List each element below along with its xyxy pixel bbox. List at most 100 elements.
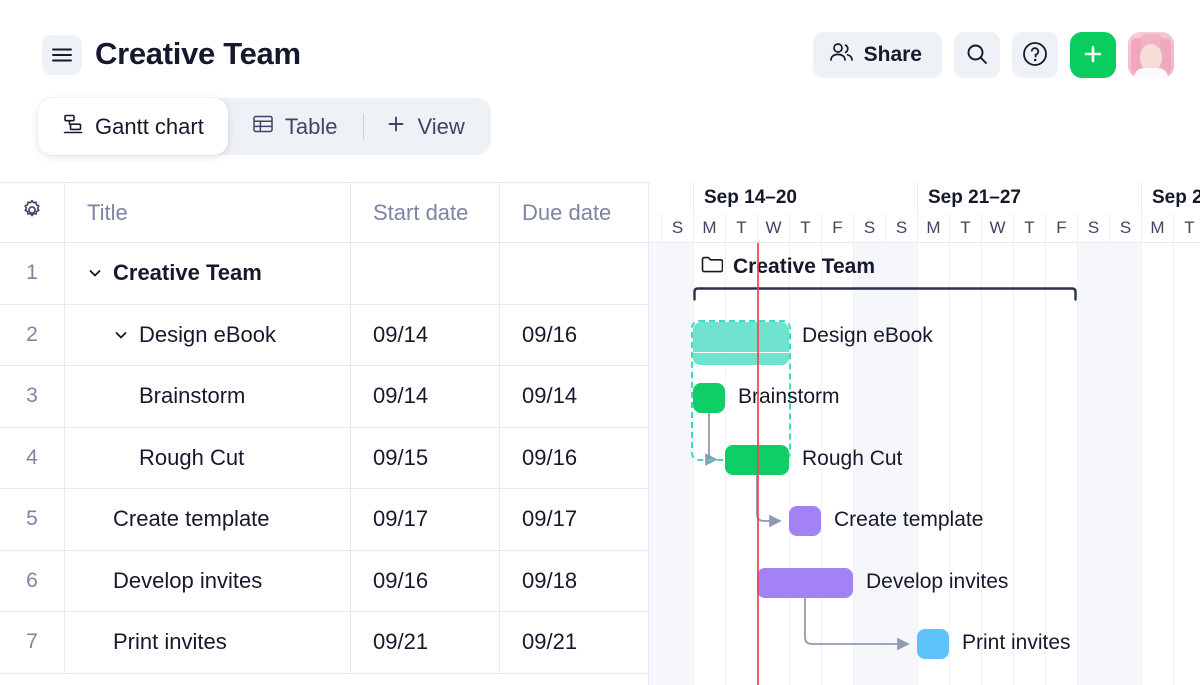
share-label: Share (864, 43, 922, 67)
tab-table-label: Table (285, 114, 338, 140)
gantt-week-header: Sep 14–20Sep 21–27Sep 2 (649, 182, 1200, 213)
gantt-bar[interactable] (693, 322, 789, 352)
row-title-label: Print invites (113, 629, 227, 655)
grid-col-start-date-label: Start date (373, 200, 468, 226)
today-marker-line (757, 243, 759, 685)
table-row[interactable]: 2 Design eBook 09/1409/16 (0, 305, 648, 367)
row-title-label: Rough Cut (139, 445, 244, 471)
grid-body: 1Creative Team2Design eBook09/1409/163Br… (0, 243, 648, 674)
row-title-cell[interactable]: Create template (64, 489, 350, 550)
grid-col-due-date[interactable]: Due date (499, 183, 648, 242)
header-actions: Share (813, 32, 1174, 78)
row-title-label: Develop invites (113, 568, 262, 594)
tab-divider (363, 114, 364, 140)
row-number: 4 (0, 428, 64, 489)
grid-col-title[interactable]: Title (64, 183, 350, 242)
share-button[interactable]: Share (813, 32, 942, 78)
grid-col-due-date-label: Due date (522, 200, 611, 226)
row-number-label: 3 (26, 384, 38, 408)
table-row[interactable]: 4 Rough Cut 09/1509/16 (0, 428, 648, 490)
gantt-bar[interactable] (917, 629, 949, 659)
search-icon (965, 42, 989, 69)
gantt-bar[interactable] (693, 383, 725, 413)
tab-add-view[interactable]: View (366, 98, 490, 155)
gantt-rollup-bar[interactable] (693, 287, 1077, 300)
row-title-cell[interactable]: Creative Team (64, 243, 350, 304)
row-start-date-cell[interactable]: 09/14 (350, 305, 499, 366)
row-due-date-cell[interactable] (499, 243, 648, 304)
folder-icon (701, 255, 723, 279)
row-start-date-cell[interactable]: 09/15 (350, 428, 499, 489)
row-title-label: Brainstorm (139, 383, 245, 409)
tab-gantt-chart[interactable]: Gantt chart (38, 98, 228, 155)
row-due-date-cell[interactable]: 09/21 (499, 612, 648, 673)
help-button[interactable] (1012, 32, 1058, 78)
table-icon (252, 114, 274, 140)
gantt-day-label: F (1045, 213, 1077, 243)
gantt-bar[interactable] (789, 506, 821, 536)
gantt-day-label: S (1109, 213, 1141, 243)
row-title-cell[interactable]: Print invites (64, 612, 350, 673)
question-circle-icon (1022, 41, 1048, 70)
row-due-date-cell[interactable]: 09/17 (499, 489, 648, 550)
tab-gantt-chart-label: Gantt chart (95, 114, 204, 140)
avatar[interactable] (1128, 32, 1174, 78)
add-button[interactable] (1070, 32, 1116, 78)
row-start-date-cell[interactable]: 09/21 (350, 612, 499, 673)
row-due-date: 09/17 (522, 506, 577, 532)
plus-icon (1082, 43, 1104, 68)
gantt-week-label: Sep 21–27 (917, 182, 1141, 213)
row-start-date-cell[interactable]: 09/14 (350, 366, 499, 427)
row-title: Rough Cut (87, 445, 244, 471)
chevron-down-icon[interactable] (87, 265, 103, 281)
row-number-label: 2 (26, 323, 38, 347)
row-title-cell[interactable]: Develop invites (64, 551, 350, 612)
gantt-day-label: T (1013, 213, 1045, 243)
chevron-down-icon[interactable] (113, 327, 129, 343)
gantt-bar-label: Brainstorm (738, 382, 840, 412)
row-number: 2 (0, 305, 64, 366)
row-start-date: 09/21 (373, 629, 428, 655)
page-title: Creative Team (95, 36, 301, 72)
gantt-bar-label: Design eBook (802, 321, 933, 351)
row-start-date-cell[interactable]: 09/17 (350, 489, 499, 550)
table-row[interactable]: 5Create template09/1709/17 (0, 489, 648, 551)
row-title-label: Design eBook (139, 322, 276, 348)
row-title-cell[interactable]: Brainstorm (64, 366, 350, 427)
row-start-date: 09/16 (373, 568, 428, 594)
row-title-cell[interactable]: Rough Cut (64, 428, 350, 489)
row-title-cell[interactable]: Design eBook (64, 305, 350, 366)
gantt-day-label: M (917, 213, 949, 243)
row-start-date-cell[interactable]: 09/16 (350, 551, 499, 612)
row-title: Develop invites (87, 568, 262, 594)
gantt-bar-label: Develop invites (866, 567, 1008, 597)
gantt-day-label: M (693, 213, 725, 243)
table-row[interactable]: 1Creative Team (0, 243, 648, 305)
app-header: Creative Team Share (0, 0, 1200, 96)
gantt-bar-label: Print invites (962, 628, 1071, 658)
gantt-group-label: Creative Team (701, 255, 875, 279)
table-row[interactable]: 3 Brainstorm 09/1409/14 (0, 366, 648, 428)
row-number: 3 (0, 366, 64, 427)
row-title: Creative Team (87, 260, 262, 286)
table-row[interactable]: 7 Print invites 09/21 09/21 (0, 612, 648, 674)
menu-button[interactable] (42, 35, 82, 75)
grid-settings-button[interactable] (0, 183, 64, 242)
grid-col-start-date[interactable]: Start date (350, 183, 499, 242)
row-number-label: 4 (26, 446, 38, 470)
row-due-date-cell[interactable]: 09/16 (499, 428, 648, 489)
row-due-date-cell[interactable]: 09/16 (499, 305, 648, 366)
tab-table[interactable]: Table (228, 98, 362, 155)
gantt-bar[interactable] (757, 568, 853, 598)
dependency-arrow (757, 475, 780, 522)
row-number: 7 (0, 612, 64, 673)
gantt-week-label: Sep 2 (1141, 182, 1200, 213)
table-row[interactable]: 6Develop invites09/1609/18 (0, 551, 648, 613)
search-button[interactable] (954, 32, 1000, 78)
gantt-bar-label: Rough Cut (802, 444, 902, 474)
row-start-date-cell[interactable] (350, 243, 499, 304)
people-icon (829, 42, 854, 68)
grid-col-title-label: Title (87, 200, 128, 226)
row-due-date-cell[interactable]: 09/18 (499, 551, 648, 612)
row-due-date-cell[interactable]: 09/14 (499, 366, 648, 427)
